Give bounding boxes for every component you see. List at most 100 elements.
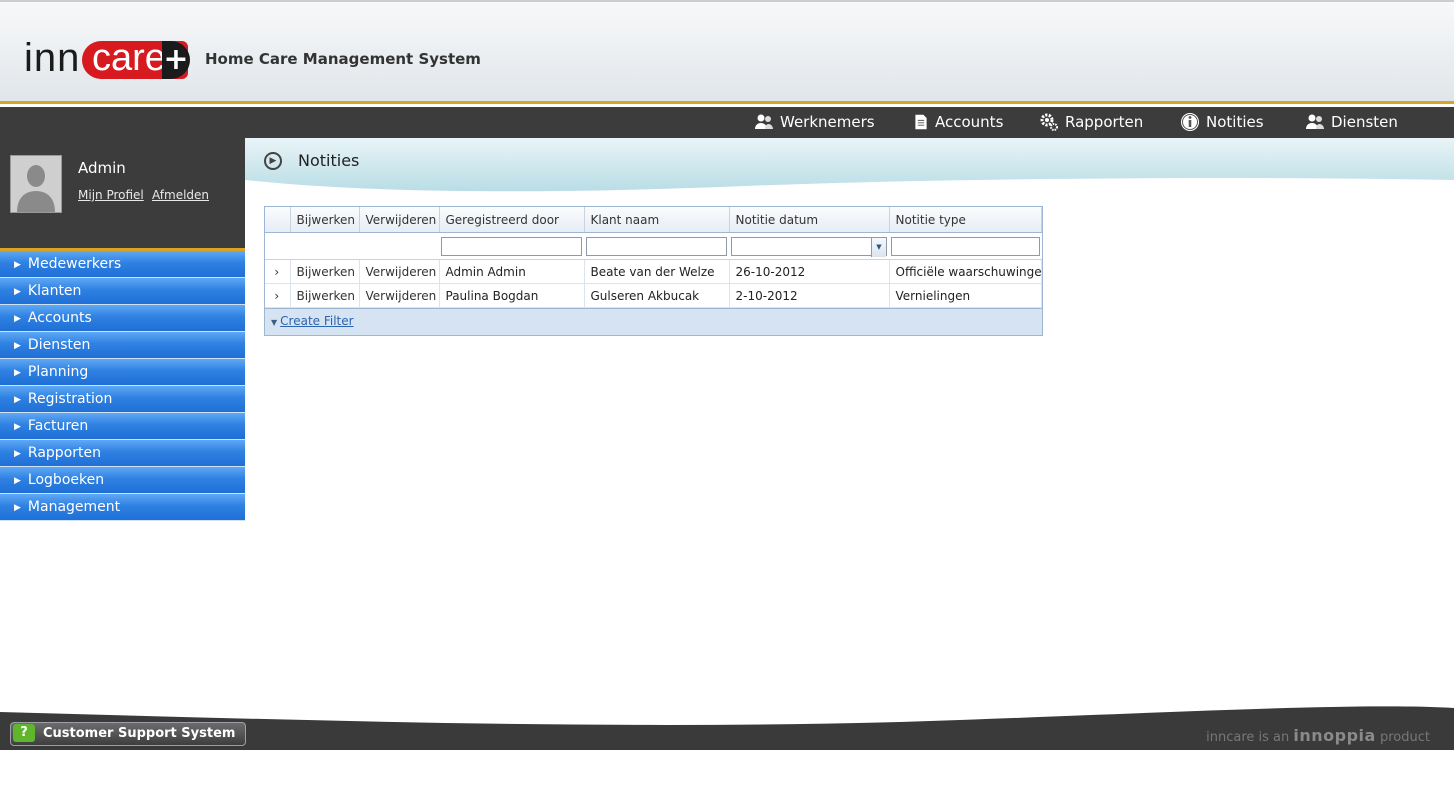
- play-arrow-icon: ▶: [14, 422, 21, 432]
- create-filter-link[interactable]: Create Filter: [280, 314, 353, 328]
- sidebar-item-accounts[interactable]: ▶ Accounts: [0, 305, 245, 332]
- table-row: › Bijwerken Verwijderen Paulina Bogdan G…: [265, 283, 1042, 308]
- filter-type-input[interactable]: [891, 236, 1040, 256]
- filter-empty: [359, 232, 439, 260]
- play-arrow-icon: ▶: [14, 368, 21, 378]
- edit-link[interactable]: Bijwerken: [290, 259, 360, 284]
- topnav-label: Werknemers: [780, 113, 875, 131]
- innoppia-logo[interactable]: innoppia: [1293, 726, 1375, 745]
- play-arrow-icon: ▶: [14, 314, 21, 324]
- sidebar-item-label: Diensten: [27, 337, 91, 353]
- my-profile-link[interactable]: Mijn Profiel: [78, 188, 144, 202]
- cell-type: Officiële waarschuwingen: [889, 259, 1042, 284]
- row-expand-icon[interactable]: ›: [265, 259, 291, 284]
- user-name: Admin: [78, 159, 126, 177]
- sidebar-item-label: Medewerkers: [27, 256, 122, 272]
- top-nav: Werknemers Accounts Rapporten Notities D…: [734, 107, 1454, 138]
- sidebar-item-management[interactable]: ▶ Management: [0, 494, 245, 521]
- table-header-row: Bijwerken Verwijderen Geregistreerd door…: [265, 207, 1042, 233]
- delete-link-label: Verwijderen: [365, 264, 437, 279]
- sidebar-item-rapporten[interactable]: ▶ Rapporten: [0, 440, 245, 467]
- edit-link[interactable]: Bijwerken: [290, 283, 360, 308]
- delete-link-label: Verwijderen: [365, 288, 437, 303]
- document-icon: [915, 114, 927, 129]
- customer-support-button[interactable]: ? Customer Support System: [10, 722, 247, 746]
- user-panel: Admin Mijn Profiel Afmelden: [0, 138, 245, 251]
- play-arrow-icon: ▶: [14, 287, 21, 297]
- filter-registered-by-input[interactable]: [441, 236, 582, 256]
- play-arrow-icon: ▶: [14, 476, 21, 486]
- play-arrow-icon: ▶: [14, 260, 21, 270]
- users-icon: [1306, 114, 1324, 129]
- sidebar-item-logboeken[interactable]: ▶ Logboeken: [0, 467, 245, 494]
- row-expand-icon[interactable]: ›: [265, 283, 291, 308]
- help-icon: ?: [13, 724, 35, 742]
- filter-icon: ▼: [271, 318, 278, 327]
- topnav-label: Accounts: [935, 113, 1004, 131]
- header-geregistreerd-door[interactable]: Geregistreerd door: [439, 207, 585, 233]
- cell-registered-by: Paulina Bogdan: [439, 283, 585, 308]
- user-silhouette-icon: [11, 156, 61, 212]
- app-footer: ? Customer Support System inncare is an i…: [0, 696, 1454, 750]
- sidebar-menu: ▶ Medewerkers ▶ Klanten ▶ Accounts ▶ Dienste…: [0, 251, 245, 521]
- sidebar-item-label: Logboeken: [27, 472, 105, 488]
- table-row: › Bijwerken Verwijderen Admin Admin Beat…: [265, 259, 1042, 284]
- filter-client-input[interactable]: [586, 236, 727, 256]
- topnav-diensten[interactable]: Diensten: [1305, 107, 1398, 138]
- logo-text-care: care: [92, 37, 166, 79]
- header-notitie-datum[interactable]: Notitie datum: [729, 207, 890, 233]
- edit-link-label: Bijwerken: [296, 288, 356, 303]
- grid-footer: ▼ Create Filter: [265, 308, 1042, 335]
- chevron-right-circle-icon: ▶: [264, 152, 282, 170]
- cell-client: Gulseren Akbucak: [584, 283, 730, 308]
- app-subtitle: Home Care Management System: [205, 50, 481, 68]
- sidebar-item-label: Registration: [27, 391, 113, 407]
- filter-empty: [265, 232, 290, 260]
- filter-row: ▼: [265, 232, 1042, 260]
- page-title: Notities: [298, 151, 360, 170]
- topnav-label: Rapporten: [1065, 113, 1144, 131]
- sidebar-item-label: Planning: [27, 364, 89, 380]
- cell-date: 2-10-2012: [729, 283, 890, 308]
- page-title-band: ▶ Notities: [245, 138, 1454, 198]
- sidebar-item-label: Management: [27, 499, 121, 515]
- sidebar-item-label: Accounts: [27, 310, 92, 326]
- brand-prefix: inncare is an: [1206, 730, 1290, 745]
- sidebar-item-facturen[interactable]: ▶ Facturen: [0, 413, 245, 440]
- sidebar-item-planning[interactable]: ▶ Planning: [0, 359, 245, 386]
- play-arrow-icon: ▶: [14, 395, 21, 405]
- brand-suffix: product: [1379, 730, 1430, 745]
- sidebar-item-registration[interactable]: ▶ Registration: [0, 386, 245, 413]
- chevron-down-icon[interactable]: ▼: [871, 237, 886, 257]
- filter-empty: [290, 232, 359, 260]
- filter-cell: [584, 232, 729, 260]
- header-klant-naam[interactable]: Klant naam: [584, 207, 730, 233]
- header-notitie-type[interactable]: Notitie type: [889, 207, 1042, 233]
- play-arrow-icon: ▶: [14, 341, 21, 351]
- sidebar-item-medewerkers[interactable]: ▶ Medewerkers: [0, 251, 245, 278]
- topnav-notities[interactable]: Notities: [1180, 107, 1264, 138]
- sidebar-item-diensten[interactable]: ▶ Diensten: [0, 332, 245, 359]
- topnav-werknemers[interactable]: Werknemers: [754, 107, 875, 138]
- filter-cell: [439, 232, 584, 260]
- topnav-accounts[interactable]: Accounts: [913, 107, 1003, 138]
- play-arrow-icon: ▶: [14, 503, 21, 513]
- header-verwijderen[interactable]: Verwijderen: [359, 207, 440, 233]
- delete-link[interactable]: Verwijderen: [359, 259, 440, 284]
- topnav-rapporten[interactable]: Rapporten: [1039, 107, 1143, 138]
- title-wave-decoration: [245, 138, 1454, 192]
- delete-link[interactable]: Verwijderen: [359, 283, 440, 308]
- avatar: [10, 155, 62, 213]
- header-bijwerken[interactable]: Bijwerken: [290, 207, 360, 233]
- support-label: Customer Support System: [43, 726, 236, 741]
- sidebar-item-label: Facturen: [27, 418, 89, 434]
- footer-brand: inncare is an innoppia product: [1206, 726, 1430, 745]
- info-icon: [1181, 112, 1199, 131]
- filter-cell: ▼: [729, 232, 889, 260]
- topnav-label: Notities: [1206, 113, 1264, 131]
- logout-link[interactable]: Afmelden: [152, 188, 209, 202]
- notes-table: Bijwerken Verwijderen Geregistreerd door…: [265, 207, 1042, 308]
- filter-cell: [889, 232, 1042, 260]
- filter-date-select[interactable]: ▼: [731, 236, 887, 257]
- sidebar-item-klanten[interactable]: ▶ Klanten: [0, 278, 245, 305]
